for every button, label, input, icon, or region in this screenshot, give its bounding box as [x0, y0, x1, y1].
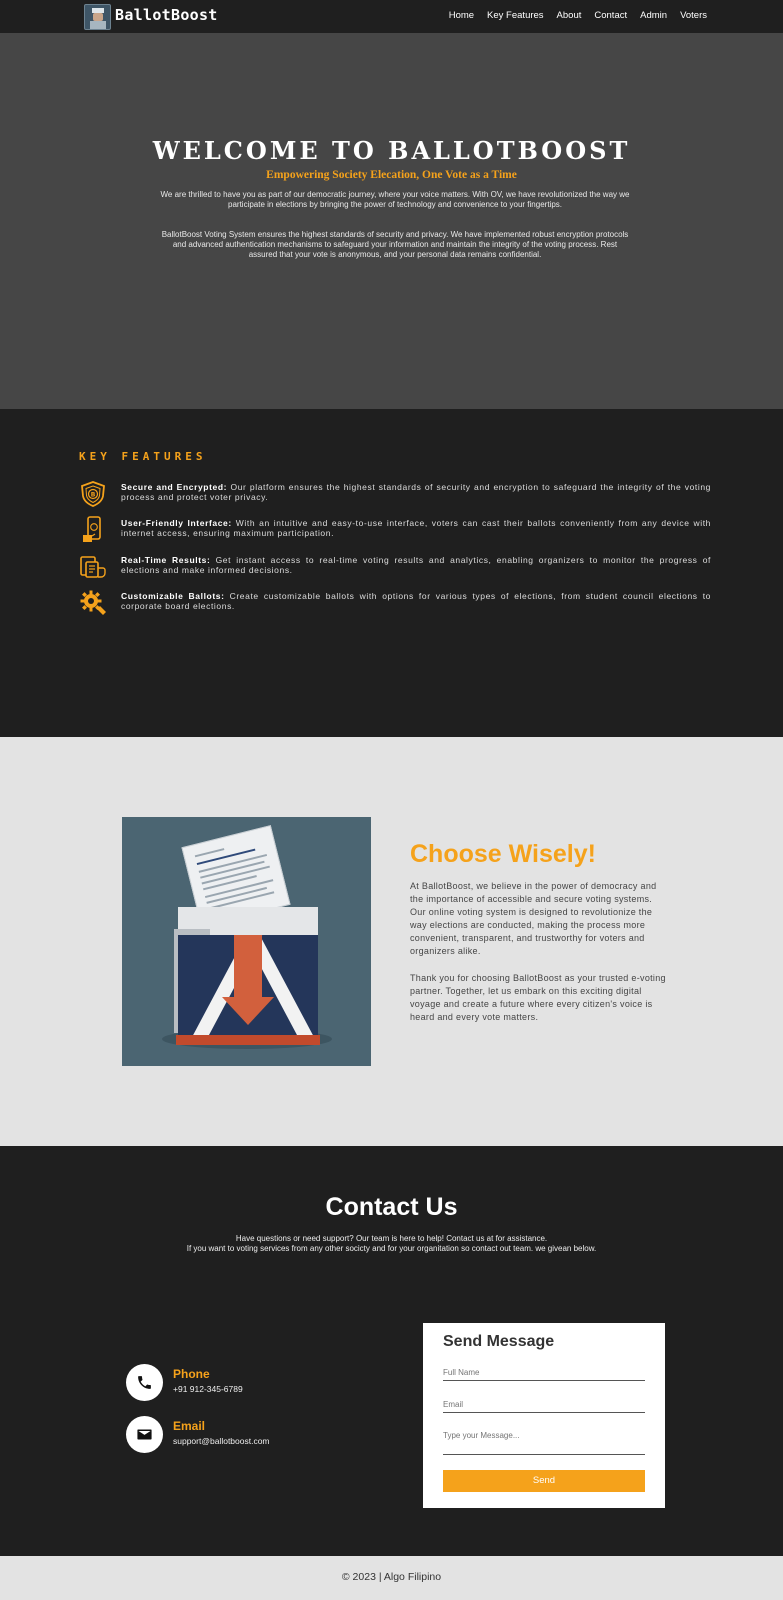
nav-link-admin[interactable]: Admin — [640, 10, 667, 21]
hero-paragraph-1: We are thrilled to have you as part of o… — [160, 190, 630, 209]
feature-text-real-time: Real-Time Results: Get instant access to… — [121, 555, 711, 575]
email-input[interactable] — [443, 1399, 645, 1413]
contact-intro-line-1: Have questions or need support? Our team… — [235, 1234, 548, 1243]
key-features-section: KEY FEATURES B Secure and Encrypted: Our… — [0, 409, 783, 737]
top-navbar: BallotBoost Home Key Features About Cont… — [0, 0, 783, 33]
feature-text-user-friendly: User-Friendly Interface: With an intuiti… — [121, 518, 711, 538]
feature-desc: Get instant access to real-time voting r… — [121, 555, 711, 575]
hero-subtitle: Empowering Society Elecation, One Vote a… — [266, 169, 517, 181]
hero-paragraph-2: BallotBoost Voting System ensures the hi… — [161, 230, 629, 259]
phone-icon — [83, 516, 101, 542]
footer-copyright: © 2023 | Algo Filipino — [341, 1571, 442, 1583]
phone-value[interactable]: +91 912-345-6789 — [173, 1384, 243, 1394]
feature-text-secure: Secure and Encrypted: Our platform ensur… — [121, 482, 711, 502]
feature-title: Real-Time Results: — [121, 555, 211, 565]
hero-title: WELCOME TO BALLOTBOOST — [152, 136, 631, 165]
feature-title: Customizable Ballots: — [121, 591, 225, 601]
ballot-box-image — [122, 817, 371, 1066]
nav-link-contact[interactable]: Contact — [594, 10, 627, 21]
form-heading: Send Message — [443, 1333, 555, 1350]
phone-label: Phone — [173, 1367, 210, 1381]
contact-section: Contact Us Have questions or need suppor… — [0, 1146, 783, 1556]
contact-email: Email support@ballotboost.com — [126, 1416, 326, 1456]
email-label: Email — [173, 1419, 206, 1433]
nav-link-key-features[interactable]: Key Features — [487, 10, 544, 21]
about-section: Choose Wisely! At BallotBoost, we believ… — [0, 737, 783, 1146]
message-input[interactable] — [443, 1431, 645, 1455]
feature-text-customizable: Customizable Ballots: Create customizabl… — [121, 591, 711, 611]
contact-intro: Have questions or need support? Our team… — [170, 1234, 613, 1254]
svg-text:B: B — [91, 492, 96, 499]
gear-icon — [80, 590, 106, 615]
feature-item-user-friendly: User-Friendly Interface: With an intuiti… — [79, 516, 712, 546]
report-icon — [80, 556, 106, 578]
email-icon — [126, 1416, 163, 1453]
send-button[interactable]: Send — [443, 1470, 645, 1492]
full-name-input[interactable] — [443, 1367, 645, 1381]
nav-links: Home Key Features About Contact Admin Vo… — [449, 10, 707, 21]
feature-item-customizable: Customizable Ballots: Create customizabl… — [79, 589, 712, 619]
send-message-form: Send Message Send — [423, 1323, 665, 1508]
feature-item-secure: B Secure and Encrypted: Our platform ens… — [79, 480, 712, 510]
features-heading: KEY FEATURES — [79, 450, 207, 463]
feature-item-real-time: Real-Time Results: Get instant access to… — [79, 553, 712, 583]
nav-link-home[interactable]: Home — [449, 10, 474, 21]
contact-phone: Phone +91 912-345-6789 — [126, 1364, 326, 1404]
email-value[interactable]: support@ballotboost.com — [173, 1436, 270, 1446]
contact-intro-line-2: If you want to voting services from any … — [186, 1244, 597, 1253]
about-paragraph-2: Thank you for choosing BallotBoost as yo… — [410, 973, 666, 1022]
feature-title: User-Friendly Interface: — [121, 518, 232, 528]
about-paragraph-1: At BallotBoost, we believe in the power … — [410, 881, 657, 956]
logo-icon[interactable] — [84, 4, 111, 30]
phone-icon — [126, 1364, 163, 1401]
brand-name[interactable]: BallotBoost — [115, 6, 218, 24]
about-heading: Choose Wisely! — [410, 840, 596, 868]
feature-title: Secure and Encrypted: — [121, 482, 228, 492]
footer: © 2023 | Algo Filipino — [0, 1556, 783, 1600]
hero-section: WELCOME TO BALLOTBOOST Empowering Societ… — [0, 33, 783, 409]
shield-icon: B — [81, 481, 105, 507]
nav-link-about[interactable]: About — [557, 10, 582, 21]
contact-heading: Contact Us — [325, 1193, 458, 1221]
nav-link-voters[interactable]: Voters — [680, 10, 707, 21]
